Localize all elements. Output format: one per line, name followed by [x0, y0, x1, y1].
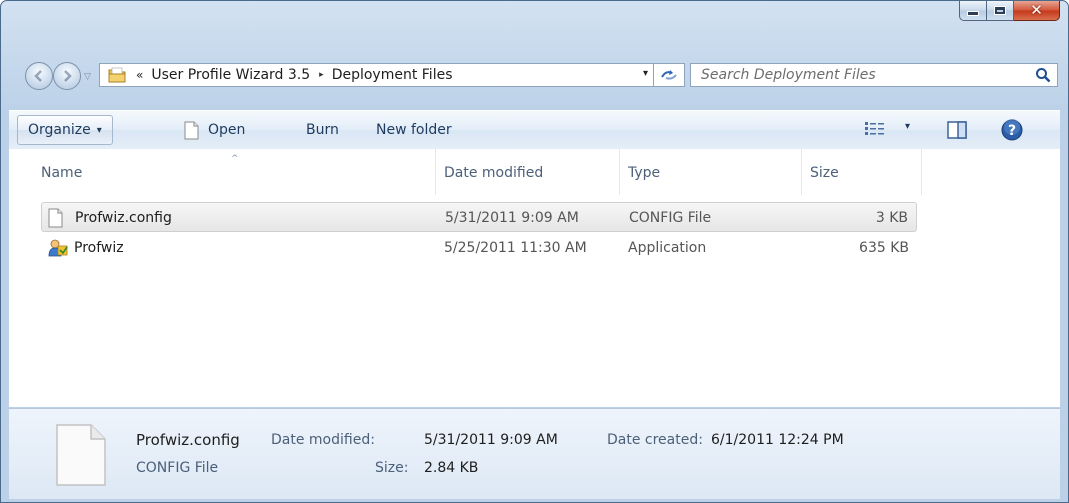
minimize-icon	[968, 12, 978, 15]
search-icon[interactable]	[1035, 67, 1051, 83]
file-date-modified: 5/25/2011 11:30 AM	[444, 240, 587, 256]
file-name: Profwiz	[74, 240, 124, 256]
details-size-label: Size:	[375, 460, 409, 476]
burn-button[interactable]: Burn	[306, 111, 339, 149]
close-icon: ✕	[1030, 1, 1043, 19]
search-box[interactable]: Search Deployment Files	[690, 63, 1058, 87]
file-date-modified: 5/31/2011 9:09 AM	[445, 210, 579, 226]
help-icon[interactable]: ?	[1001, 119, 1023, 141]
view-options-dropdown[interactable]: ▾	[905, 121, 910, 132]
breadcrumb-separator[interactable]: ▸	[319, 70, 324, 80]
maximize-icon	[995, 7, 1005, 14]
address-overflow-button[interactable]: «	[136, 68, 143, 82]
details-date-created-label: Date created:	[607, 432, 703, 448]
forward-button[interactable]	[53, 62, 81, 90]
minimize-button[interactable]	[959, 1, 987, 21]
address-dropdown-button[interactable]: ▾	[643, 68, 648, 79]
details-date-modified-value: 5/31/2011 9:09 AM	[424, 432, 558, 448]
details-date-created-value: 6/1/2011 12:24 PM	[711, 432, 844, 448]
column-headers: ^ Name Date modified Type Size	[9, 149, 1060, 195]
file-type: CONFIG File	[629, 210, 712, 226]
file-row-profwiz-config[interactable]: Profwiz.config 5/31/2011 9:09 AM CONFIG …	[41, 202, 917, 232]
explorer-window: ✕ ▽ « User Profile Wizard 3.5 ▸ Deployme…	[0, 0, 1069, 503]
file-type: Application	[628, 240, 707, 256]
refresh-button[interactable]	[653, 64, 684, 86]
details-date-modified-label: Date modified:	[271, 432, 375, 448]
details-file-type: CONFIG File	[136, 460, 219, 476]
application-icon	[48, 239, 68, 257]
document-thumbnail-icon	[56, 424, 106, 486]
file-list: ^ Name Date modified Type Size Profwiz.c…	[9, 149, 1060, 407]
caption-buttons: ✕	[959, 1, 1060, 21]
new-folder-button[interactable]: New folder	[376, 111, 452, 149]
column-header-type-label: Type	[628, 165, 661, 181]
refresh-icon	[661, 70, 677, 80]
change-view-icon[interactable]	[865, 122, 887, 136]
column-header-name-label: Name	[41, 165, 83, 181]
folder-icon	[108, 67, 126, 83]
svg-text:?: ?	[1008, 123, 1016, 139]
document-icon	[48, 208, 63, 228]
search-input[interactable]: Search Deployment Files	[701, 67, 876, 83]
breadcrumb-deployment-files[interactable]: Deployment Files	[332, 67, 453, 83]
column-header-date-label: Date modified	[444, 165, 544, 181]
file-name: Profwiz.config	[75, 210, 172, 226]
close-button[interactable]: ✕	[1014, 1, 1060, 21]
recent-pages-dropdown[interactable]: ▽	[84, 72, 91, 82]
details-file-name: Profwiz.config	[136, 431, 240, 449]
new-folder-label: New folder	[376, 122, 452, 138]
burn-label: Burn	[306, 122, 339, 138]
forward-arrow-icon	[64, 70, 72, 82]
maximize-button[interactable]	[987, 1, 1014, 21]
preview-pane-icon[interactable]	[947, 121, 967, 139]
file-size: 635 KB	[859, 240, 909, 256]
back-button[interactable]	[25, 62, 53, 90]
column-header-size[interactable]: Size	[802, 149, 922, 195]
organize-label: Organize	[28, 122, 91, 138]
address-bar[interactable]: « User Profile Wizard 3.5 ▸ Deployment F…	[99, 63, 685, 87]
file-size: 3 KB	[875, 210, 908, 226]
breadcrumb-user-profile-wizard[interactable]: User Profile Wizard 3.5	[151, 67, 310, 83]
details-pane: Profwiz.config Date modified: 5/31/2011 …	[9, 408, 1060, 499]
command-bar: Organize ▾ Open Burn New folder ▾ ?	[9, 110, 1060, 150]
navigation-bar: ▽ « User Profile Wizard 3.5 ▸ Deployment…	[1, 58, 1068, 94]
column-header-name[interactable]: ^ Name	[9, 149, 436, 195]
back-arrow-icon	[34, 70, 42, 82]
column-header-type[interactable]: Type	[620, 149, 802, 195]
file-row-profwiz[interactable]: Profwiz 5/25/2011 11:30 AM Application 6…	[41, 233, 917, 263]
column-header-date-modified[interactable]: Date modified	[436, 149, 620, 195]
organize-button[interactable]: Organize ▾	[17, 115, 113, 145]
open-label: Open	[208, 122, 246, 138]
chevron-down-icon: ▾	[96, 124, 102, 136]
document-icon	[184, 121, 199, 139]
details-size-value: 2.84 KB	[424, 460, 479, 476]
sort-ascending-icon: ^	[231, 154, 239, 164]
column-header-size-label: Size	[810, 165, 839, 181]
